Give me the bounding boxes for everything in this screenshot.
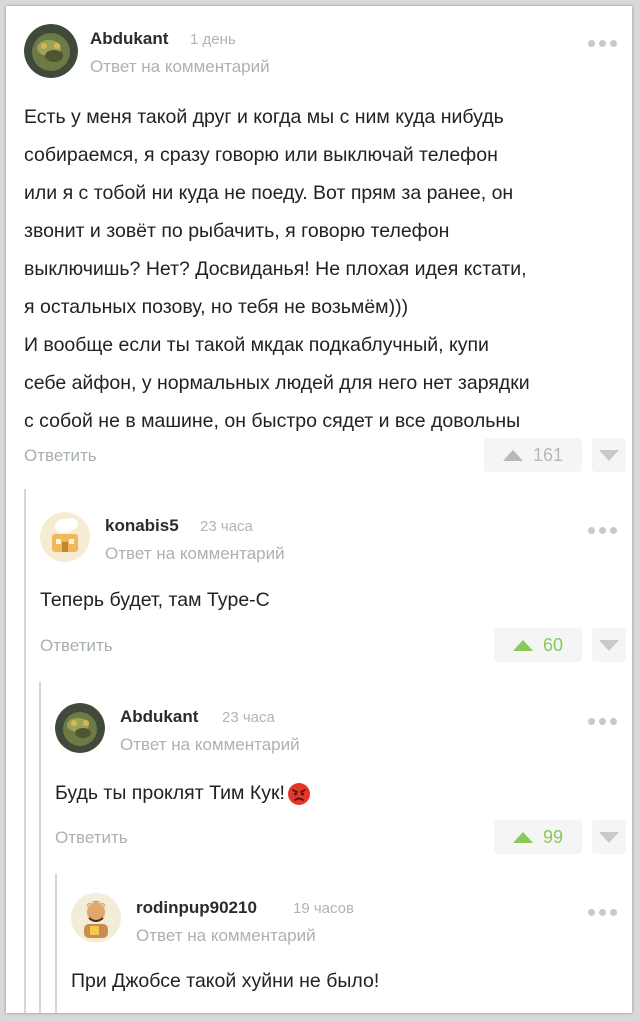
thread-line <box>39 682 41 1013</box>
timestamp: 23 часа <box>200 518 253 535</box>
text-line: собираемся, я сразу говорю или выключай … <box>24 144 498 166</box>
comment-text: Есть у меня такой друг и когда мы с ним … <box>24 98 530 440</box>
reply-to-label[interactable]: Ответ на комментарий <box>105 544 285 564</box>
more-options-icon[interactable] <box>588 521 622 534</box>
username[interactable]: konabis5 <box>105 516 179 536</box>
timestamp: 23 часа <box>222 709 275 726</box>
thread-line <box>24 489 26 1013</box>
upvote-button[interactable]: 161 <box>484 438 582 472</box>
comment-text: Будь ты проклят Тим Кук! <box>55 774 311 812</box>
reply-to-label[interactable]: Ответ на комментарий <box>90 57 270 77</box>
upvote-button[interactable]: 99 <box>494 820 582 854</box>
comment-text: Теперь будет, там Type-C <box>40 581 270 619</box>
reply-button[interactable]: Ответить <box>40 636 113 656</box>
avatar[interactable] <box>24 24 78 78</box>
username[interactable]: Abdukant <box>90 29 168 49</box>
rating-count: 161 <box>532 444 564 465</box>
rating-count: 99 <box>542 826 564 847</box>
downvote-button[interactable] <box>592 438 626 472</box>
text-line: Теперь будет, там Type-C <box>40 589 270 611</box>
text-line: Есть у меня такой друг и когда мы с ним … <box>24 106 504 128</box>
text-line: или я с тобой ни куда не поеду. Вот прям… <box>24 182 514 204</box>
username[interactable]: rodinpup90210 <box>136 898 257 918</box>
comment-text: При Джобсе такой хуйни не было! <box>71 962 379 1000</box>
reply-button[interactable]: Ответить <box>55 828 128 848</box>
reply-button[interactable]: Ответить <box>24 446 97 466</box>
avatar[interactable] <box>55 703 105 753</box>
upvote-icon <box>512 639 533 651</box>
text-line: При Джобсе такой хуйни не было! <box>71 970 380 992</box>
upvote-icon <box>502 449 523 461</box>
timestamp: 1 день <box>190 31 236 48</box>
more-options-icon[interactable] <box>588 34 622 47</box>
downvote-button[interactable] <box>592 820 626 854</box>
upvote-button[interactable]: 60 <box>494 628 582 662</box>
upvote-icon <box>512 831 533 843</box>
thread-line <box>55 874 57 1013</box>
text-line: себе айфон, у нормальных людей для него … <box>24 372 530 394</box>
text-line: я остальных позову, но тебя не возьмём))… <box>24 296 409 318</box>
reply-to-label[interactable]: Ответ на комментарий <box>136 926 316 946</box>
text-line: Будь ты проклят Тим Кук! <box>55 782 285 804</box>
comment-thread: Abdukant 1 день Ответ на комментарий Ест… <box>6 6 632 1013</box>
more-options-icon[interactable] <box>588 712 622 725</box>
downvote-icon <box>599 450 619 461</box>
text-line: И вообще если ты такой мкдак подкаблучны… <box>24 334 489 356</box>
downvote-icon <box>599 640 619 651</box>
username[interactable]: Abdukant <box>120 707 198 727</box>
timestamp: 19 часов <box>293 900 354 917</box>
text-line: с собой не в машине, он быстро сядет и в… <box>24 410 521 432</box>
downvote-icon <box>599 832 619 843</box>
angry-face-emoji <box>287 781 311 805</box>
reply-to-label[interactable]: Ответ на комментарий <box>120 735 300 755</box>
more-options-icon[interactable] <box>588 903 622 916</box>
avatar[interactable] <box>40 512 90 562</box>
text-line: выключишь? Нет? Досвиданья! Не плохая ид… <box>24 258 527 280</box>
downvote-button[interactable] <box>592 628 626 662</box>
avatar[interactable] <box>71 893 121 943</box>
text-line: звонит и зовёт по рыбачить, я говорю тел… <box>24 220 450 242</box>
rating-count: 60 <box>542 634 564 655</box>
